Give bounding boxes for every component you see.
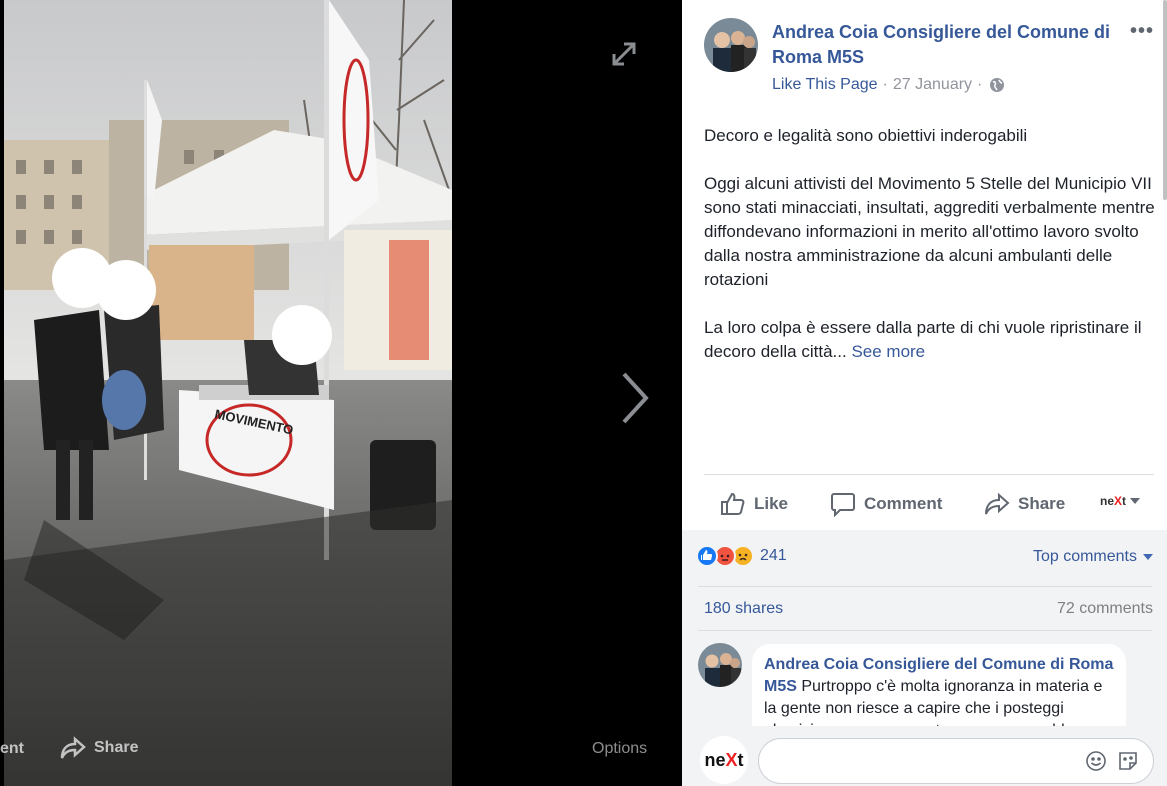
see-more-link[interactable]: See more	[851, 342, 925, 361]
meta-separator: ·	[977, 76, 983, 93]
post-body: Decoro e legalità sono obiettivi inderog…	[704, 124, 1159, 388]
caret-down-icon	[1143, 554, 1153, 560]
viewer-options-link[interactable]: Options	[592, 740, 647, 758]
reactions-summary[interactable]: 241	[696, 545, 787, 567]
next-logo-part: t	[1122, 494, 1127, 508]
reaction-count: 241	[760, 547, 787, 564]
comment-composer: ne Xt	[682, 726, 1167, 786]
composer-logo-part: X	[725, 749, 738, 770]
comment-icon	[831, 493, 855, 517]
viewer-share-button[interactable]: Share	[60, 736, 138, 760]
comment-input[interactable]	[759, 739, 1059, 783]
like-page-link[interactable]: Like This Page	[772, 76, 878, 94]
comment-input-wrapper	[758, 738, 1154, 784]
page-name-link[interactable]: Andrea Coia Consigliere del Comune di Ro…	[772, 20, 1117, 70]
composer-logo-part: ne	[704, 749, 726, 770]
like-button[interactable]: Like	[720, 491, 788, 517]
next-selector[interactable]: neXt	[1100, 494, 1141, 508]
shares-count-link[interactable]: 180 shares	[704, 600, 783, 618]
viewer-footer: ent Share Options	[0, 734, 682, 766]
globe-icon	[990, 78, 1005, 92]
post-paragraph: La loro colpa è essere dalla parte di ch…	[704, 316, 1159, 364]
post-photo[interactable]: MOVIMENTO	[4, 0, 452, 786]
composer-logo-part: t	[737, 749, 744, 770]
share-button[interactable]: Share	[984, 492, 1065, 516]
divider	[698, 586, 1152, 587]
media-viewer: MOVIMENTO ent Share Options	[0, 0, 682, 786]
viewer-comment-link[interactable]: ent	[0, 740, 24, 758]
next-logo: neXt	[1100, 494, 1126, 508]
post-panel: Andrea Coia Consigliere del Comune di Ro…	[682, 0, 1167, 786]
like-reaction-icon	[696, 545, 718, 567]
share-icon	[985, 492, 1010, 515]
emoji-icon[interactable]	[1085, 750, 1107, 772]
scrollbar[interactable]	[1163, 0, 1167, 200]
sticker-icon[interactable]	[1117, 750, 1139, 772]
like-label: Like	[754, 494, 789, 513]
post-meta: Like This Page · 27 January ·	[772, 76, 1005, 94]
caret-down-icon	[1130, 498, 1141, 504]
post-date[interactable]: 27 January	[893, 76, 972, 94]
meta-separator: ·	[882, 76, 888, 93]
comment-button[interactable]: Comment	[830, 491, 942, 517]
like-icon	[721, 492, 745, 515]
expand-icon[interactable]	[606, 36, 642, 72]
share-icon	[60, 736, 86, 759]
chevron-right-icon[interactable]	[612, 368, 656, 428]
divider	[704, 474, 1154, 475]
post-actions: Like Comment Share neXt	[704, 482, 1154, 526]
comments-count-link[interactable]: 72 comments	[1057, 600, 1153, 618]
next-logo-part: X	[1114, 494, 1123, 508]
more-icon[interactable]: •••	[1130, 20, 1154, 43]
page-avatar[interactable]	[704, 18, 758, 72]
share-label: Share	[1018, 494, 1066, 513]
divider	[698, 630, 1152, 631]
viewer-share-label: Share	[94, 739, 139, 756]
post-paragraph: Decoro e legalità sono obiettivi inderog…	[704, 126, 1028, 145]
top-comments-label: Top comments	[1032, 548, 1137, 565]
comment-author-avatar[interactable]	[698, 643, 742, 687]
composer-avatar: ne Xt	[700, 736, 748, 784]
post-paragraph: Oggi alcuni attivisti del Movimento 5 St…	[704, 174, 1155, 289]
next-logo-part: ne	[1100, 494, 1115, 508]
comment-label: Comment	[864, 494, 943, 513]
top-comments-selector[interactable]: Top comments	[1033, 548, 1153, 566]
